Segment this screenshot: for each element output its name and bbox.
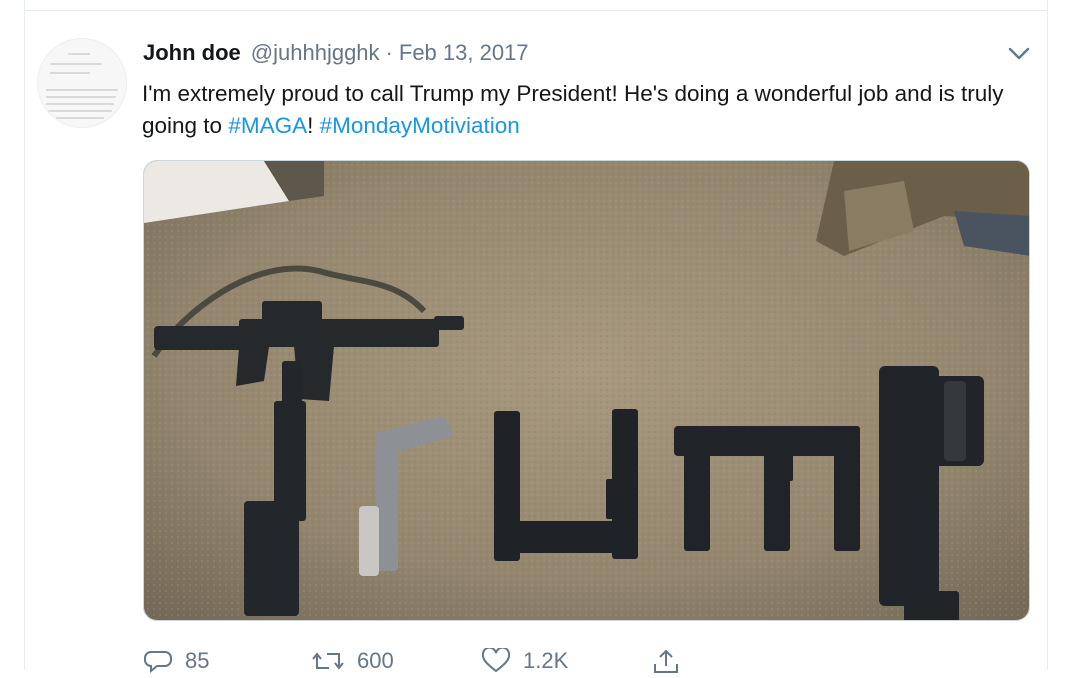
tweet-actions: 85 600 1.2K — [143, 648, 703, 678]
hashtag-monday-motivation[interactable]: #MondayMotiviation — [320, 113, 520, 138]
tweet-date[interactable]: Feb 13, 2017 — [399, 40, 529, 66]
separator-dot: · — [385, 40, 393, 65]
like-button[interactable]: 1.2K — [481, 648, 568, 674]
retweet-button[interactable]: 600 — [311, 648, 394, 674]
tweet-header: John doe @juhhhjgghk · Feb 13, 2017 — [143, 40, 529, 70]
hashtag-maga[interactable]: #MAGA — [228, 113, 307, 138]
tweet-media-image[interactable] — [143, 160, 1030, 621]
author-handle[interactable]: @juhhhjgghk — [251, 40, 380, 66]
author-name[interactable]: John doe — [143, 40, 241, 66]
tweet-punctuation: ! — [307, 113, 320, 138]
like-count: 1.2K — [523, 648, 569, 673]
heart-icon — [481, 648, 511, 674]
chevron-down-icon[interactable] — [1006, 44, 1032, 64]
reply-count: 85 — [185, 648, 210, 673]
share-icon — [651, 648, 681, 674]
retweet-icon — [311, 648, 345, 674]
avatar[interactable] — [37, 38, 127, 128]
retweet-count: 600 — [357, 648, 394, 673]
reply-button[interactable]: 85 — [143, 648, 209, 674]
tweet-text: I'm extremely proud to call Trump my Pre… — [142, 78, 1022, 142]
reply-icon — [143, 648, 173, 674]
divider — [24, 10, 1048, 11]
share-button[interactable] — [651, 648, 681, 674]
